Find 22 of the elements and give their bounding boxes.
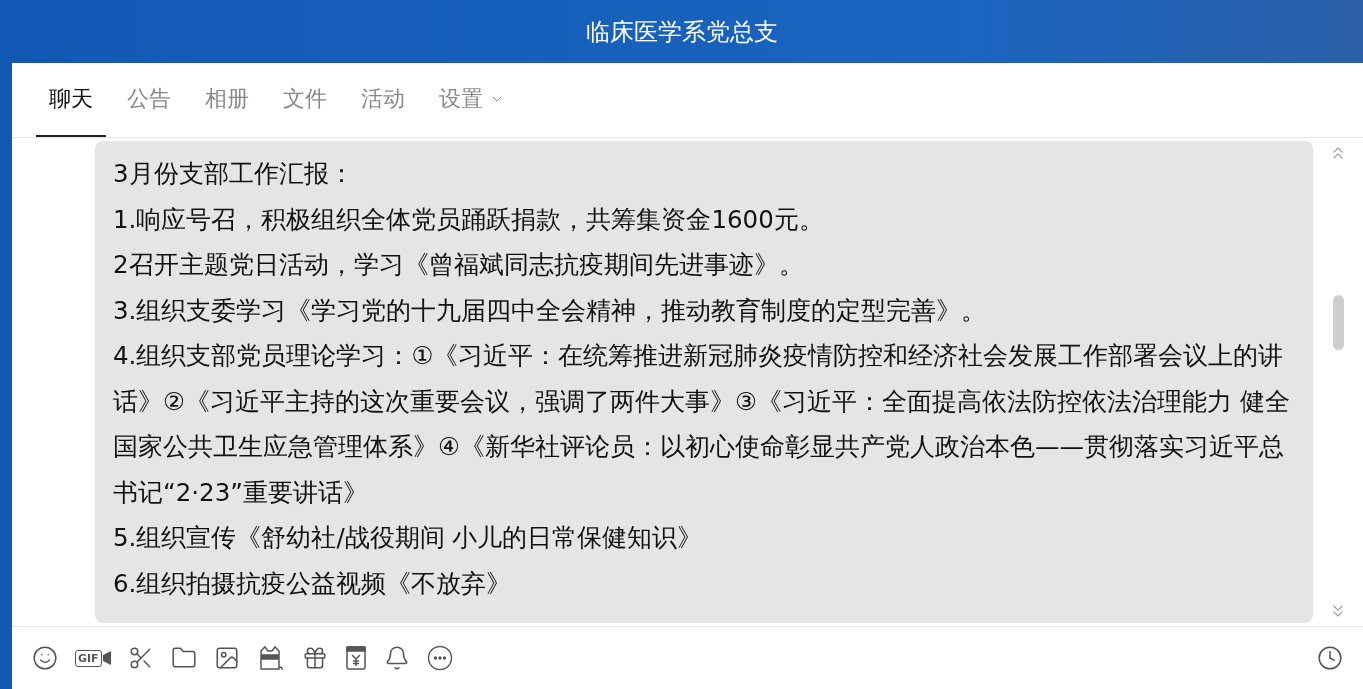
tab[interactable]: 相册 bbox=[192, 63, 262, 137]
message-line: 4.组织支部党员理论学习：①《习近平：在统筹推进新冠肺炎疫情防控和经济社会发展工作部署会议上的讲话》②《习近平主持的这次重要会议，强调了两件大事》③《习近平：全面提高依法防控依法治理能力 健全国家公共卫生应急管理体系》④《新华社评论员：以初心使命彰显共产党人政治本色——贯彻落实习近平总书记“2·23”重要讲话》 bbox=[113, 340, 1291, 509]
tab[interactable]: 公告 bbox=[114, 63, 184, 137]
tab[interactable]: 活动 bbox=[348, 63, 418, 137]
video-camera-icon bbox=[102, 651, 111, 665]
yuan-card-icon[interactable] bbox=[344, 645, 367, 671]
smiley-icon[interactable] bbox=[32, 645, 58, 671]
message-line: 6.组织拍摄抗疫公益视频《不放弃》 bbox=[113, 567, 513, 600]
tab[interactable]: 文件 bbox=[270, 63, 340, 137]
tab[interactable]: 设置 bbox=[426, 63, 518, 137]
window-title: 临床医学系党总支 bbox=[585, 16, 778, 48]
gift-icon[interactable] bbox=[301, 645, 328, 671]
more-icon[interactable] bbox=[426, 645, 453, 671]
message-line: 1.响应号召，积极组织全体党员踊跃捐款，共筹集资金1600元。 bbox=[113, 203, 825, 236]
scrollbar-thumb[interactable] bbox=[1332, 294, 1344, 350]
image-icon[interactable] bbox=[213, 645, 240, 671]
message-line: 3.组织支委学习《学习党的十九届四中全会精神，推动教育制度的定型完善》。 bbox=[113, 294, 988, 327]
clock-icon[interactable] bbox=[1317, 645, 1343, 671]
message-line: 3月份支部工作汇报： bbox=[113, 158, 355, 190]
message-line: 5.组织宣传《舒幼社/战役期间 小儿的日常保健知识》 bbox=[113, 522, 704, 554]
tab[interactable]: 聊天 bbox=[36, 63, 106, 137]
message-line: 2召开主题党日活动，学习《曾福斌同志抗疫期间先进事迹》。 bbox=[113, 249, 805, 281]
